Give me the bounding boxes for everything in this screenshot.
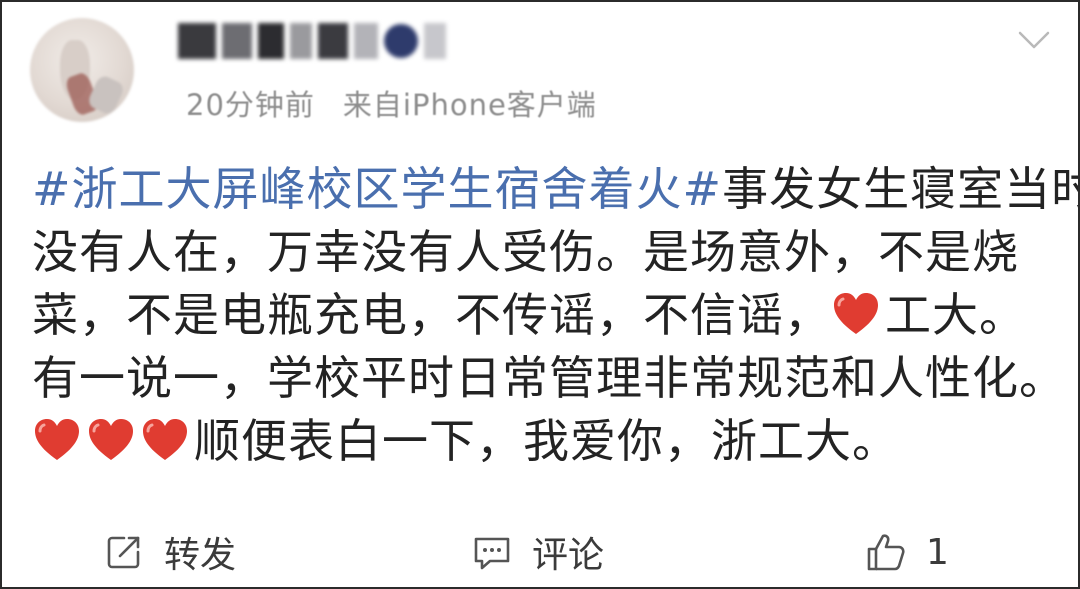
repost-label: 转发 — [164, 535, 237, 576]
thumbs-up-icon — [864, 530, 908, 574]
post-meta: 20分钟前 来自iPhone客户端 — [186, 82, 597, 124]
username-obscured[interactable] — [178, 16, 446, 66]
comment-icon — [470, 530, 514, 574]
content-text: 顺便表白一下，我爱你，浙工大。 — [194, 414, 899, 468]
heart-icon — [86, 415, 136, 465]
post-time: 20分钟前 — [186, 88, 315, 122]
chevron-down-icon[interactable] — [1016, 22, 1052, 58]
post-content: #浙工大屏峰校区学生宿舍着火#事发女生寝室当时 没有人在，万幸没有人受伤。是场意… — [32, 158, 1078, 473]
comment-label: 评论 — [532, 535, 605, 576]
heart-icon — [140, 415, 190, 465]
heart-icon — [32, 415, 82, 465]
like-count: 1 — [926, 531, 949, 573]
content-text: 工大。 — [885, 288, 1026, 342]
content-line-1: #浙工大屏峰校区学生宿舍着火#事发女生寝室当时 — [32, 158, 1078, 221]
post-source[interactable]: 来自iPhone客户端 — [343, 82, 597, 124]
content-line-5: 顺便表白一下，我爱你，浙工大。 — [32, 410, 1052, 473]
action-bar: 转发 评论 1 — [2, 520, 1078, 584]
content-line-2: 没有人在，万幸没有人受伤。是场意外，不是烧 — [32, 225, 1019, 279]
avatar[interactable] — [30, 18, 134, 122]
weibo-post-card: 20分钟前 来自iPhone客户端 #浙工大屏峰校区学生宿舍着火#事发女生寝室当… — [0, 0, 1080, 589]
topic-hashtag-link[interactable]: #浙工大屏峰校区学生宿舍着火# — [32, 162, 722, 216]
like-button[interactable]: 1 — [864, 528, 949, 576]
repost-icon — [102, 530, 146, 574]
comment-button[interactable]: 评论 — [470, 528, 604, 576]
content-text: 菜，不是电瓶充电，不传谣，不信谣， — [32, 288, 831, 342]
content-line-3: 菜，不是电瓶充电，不传谣，不信谣， 工大。 — [32, 284, 1052, 347]
repost-button[interactable]: 转发 — [102, 528, 236, 576]
heart-icon — [831, 289, 881, 339]
content-text: 事发女生寝室当时 — [722, 162, 1080, 216]
content-line-4: 有一说一，学校平时日常管理非常规范和人性化。 — [32, 351, 1066, 405]
